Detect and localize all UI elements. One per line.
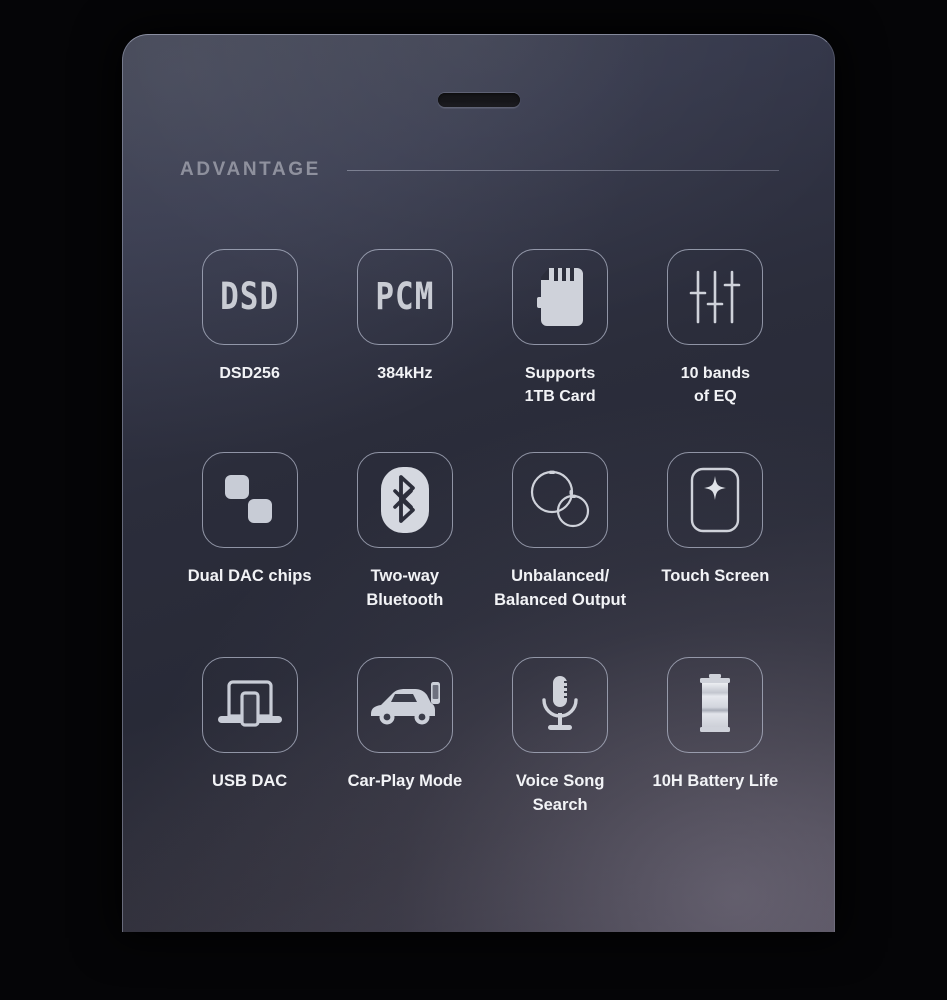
car-play-icon (370, 682, 440, 725)
feature-caption: DSD256 (219, 365, 280, 382)
device-body: ADVANTAGE DSD DSD256 PCM 384kHz Supports… (122, 34, 835, 932)
feature-item-384khz[interactable]: PCM 384kHz (327, 249, 482, 408)
feature-item-dsd256[interactable]: DSD DSD256 (172, 249, 327, 408)
feature-item-bluetooth[interactable]: Two-way Bluetooth (327, 452, 482, 613)
equalizer-sliders-icon (690, 270, 741, 324)
feature-icon-tile (356, 657, 453, 754)
feature-item-dual-dac[interactable]: Dual DAC chips (172, 452, 327, 613)
feature-caption: Supports 1TB Card (524, 365, 596, 406)
feature-caption: Unbalanced/ Balanced Output (494, 567, 627, 610)
feature-item-usb-dac[interactable]: USB DAC (172, 657, 327, 818)
feature-icon-tile: PCM (356, 249, 453, 345)
feature-item-balanced-output[interactable]: Unbalanced/ Balanced Output (483, 452, 638, 613)
header-divider (346, 169, 779, 171)
section-header: ADVANTAGE (180, 156, 783, 184)
dual-dac-chips-icon (224, 475, 272, 524)
feature-item-touch-screen[interactable]: Touch Screen (638, 452, 793, 613)
feature-caption: Two-way Bluetooth (366, 567, 444, 610)
feature-icon-tile (512, 657, 609, 754)
microsd-card-icon (537, 268, 584, 326)
feature-caption: 10H Battery Life (652, 772, 779, 791)
microphone-icon (542, 676, 578, 731)
feature-caption: USB DAC (212, 772, 288, 791)
laptop-usb-dac-icon (217, 680, 282, 727)
feature-caption: Dual DAC chips (187, 567, 312, 586)
touch-screen-icon (691, 468, 740, 533)
feature-icon-tile (201, 452, 298, 549)
feature-caption: Voice Song Search (515, 772, 605, 815)
feature-item-eq[interactable]: 10 bands of EQ (638, 249, 793, 408)
feature-item-voice-search[interactable]: Voice Song Search (483, 657, 638, 818)
feature-icon-tile (356, 452, 453, 549)
feature-icon-tile (512, 452, 609, 549)
page-title: ADVANTAGE (180, 159, 321, 180)
audio-jacks-icon (531, 470, 590, 528)
feature-caption: Car-Play Mode (347, 772, 463, 791)
feature-icon-tile: DSD (201, 249, 298, 345)
feature-item-car-play[interactable]: Car-Play Mode (327, 657, 482, 818)
feature-icon-tile (201, 657, 298, 754)
feature-icon-tile (667, 452, 764, 549)
bluetooth-icon (380, 467, 429, 534)
feature-icon-tile (512, 249, 609, 345)
feature-caption: Touch Screen (661, 567, 770, 586)
screenshot-canvas: ADVANTAGE DSD DSD256 PCM 384kHz Supports… (0, 0, 947, 1000)
feature-grid: DSD DSD256 PCM 384kHz Supports 1TB Card … (172, 249, 793, 818)
pcm-wordmark-icon: PCM (375, 275, 435, 319)
feature-icon-tile (667, 249, 764, 345)
earpiece-speaker-icon (437, 93, 520, 107)
feature-caption: 10 bands of EQ (680, 365, 751, 406)
feature-caption: 384kHz (377, 365, 433, 382)
battery-icon (700, 674, 731, 733)
dsd-wordmark-icon: DSD (220, 275, 280, 319)
feature-item-1tb-card[interactable]: Supports 1TB Card (483, 249, 638, 408)
feature-item-battery[interactable]: 10H Battery Life (638, 657, 793, 818)
feature-icon-tile (667, 657, 764, 754)
